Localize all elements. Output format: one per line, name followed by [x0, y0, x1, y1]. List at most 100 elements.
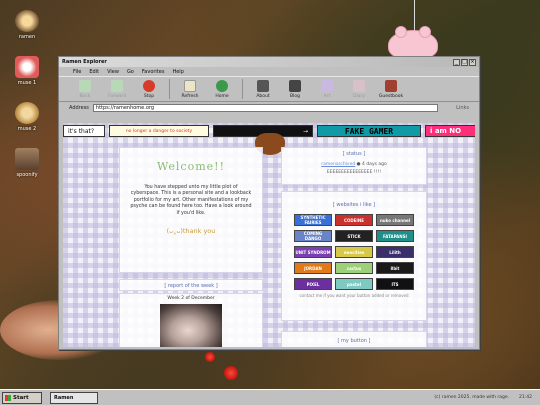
- thanks-text: (ᴗ˳ᴗ)thank you: [166, 227, 216, 236]
- website-button[interactable]: pastel: [335, 278, 373, 290]
- desktop-icon-label: muse 2: [17, 126, 37, 132]
- my-button-panel: [ my button ]: [281, 331, 427, 347]
- website-button[interactable]: UNIT SYNDROM: [294, 246, 332, 258]
- guestbook-label: Guestbook: [378, 93, 404, 99]
- status-heading: [ status ]: [342, 151, 366, 157]
- blog-label: Blog: [290, 93, 300, 99]
- toolbar: Back Forward Stop Refresh Home About Blo…: [59, 76, 479, 102]
- about-button[interactable]: About: [247, 79, 279, 99]
- websites-note: contact me if you want your button added…: [299, 293, 409, 298]
- back-label: Back: [79, 93, 91, 99]
- i-am-banner: i am NO: [425, 125, 475, 137]
- ramen-bowl-icon: [15, 10, 39, 32]
- home-button[interactable]: Home: [206, 79, 238, 99]
- refresh-icon: [184, 79, 196, 92]
- blog-icon: [289, 79, 301, 92]
- start-button[interactable]: Start: [2, 391, 42, 404]
- stop-label: Stop: [143, 93, 155, 99]
- links-button[interactable]: Links: [456, 105, 469, 111]
- minimize-button[interactable]: _: [453, 58, 460, 66]
- report-week: Week 2 of December: [167, 296, 215, 301]
- report-photo: [160, 304, 222, 347]
- blog-button[interactable]: Blog: [279, 79, 311, 99]
- website-button[interactable]: 8bit: [376, 262, 414, 274]
- credit-text: (c) ramen 2025. made with rage.: [434, 395, 510, 400]
- desktop-icon-ramen[interactable]: ramen: [7, 10, 47, 40]
- fake-gamer-banner: FAKE GAMER: [317, 125, 421, 137]
- website-button[interactable]: neocities: [335, 246, 373, 258]
- toolbar-separator: [169, 79, 170, 99]
- website-button[interactable]: PIXEL: [294, 278, 332, 290]
- about-label: About: [256, 93, 270, 99]
- browser-window: Ramen Explorer _ □ × File Edit View Go F…: [58, 56, 480, 350]
- menu-file[interactable]: File: [73, 69, 81, 75]
- menu-edit[interactable]: Edit: [89, 69, 99, 75]
- diary-label: Diary: [353, 93, 365, 99]
- status-message: EEEEEEEEEEEEEEEE !!!!: [326, 170, 382, 175]
- art-label: Art: [323, 93, 331, 99]
- forward-label: Forward: [107, 93, 127, 99]
- website-button[interactable]: FATAPANSI: [376, 230, 414, 242]
- diary-icon: [353, 79, 365, 92]
- desktop-icon-spoonify[interactable]: spoonify: [7, 148, 47, 178]
- page-viewport[interactable]: it's that? no longer a danger to society…: [63, 123, 475, 347]
- close-button[interactable]: ×: [469, 58, 476, 66]
- stop-button[interactable]: Stop: [133, 79, 165, 99]
- website-button[interactable]: JORDAN: [294, 262, 332, 274]
- forward-button[interactable]: Forward: [101, 79, 133, 99]
- guestbook-icon: [385, 79, 397, 92]
- toolbar-separator: [242, 79, 243, 99]
- menu-bar: File Edit View Go Favorites Help: [59, 67, 479, 76]
- figure-icon: [15, 148, 39, 170]
- website-button[interactable]: ITS: [376, 278, 414, 290]
- start-label: Start: [13, 394, 29, 401]
- menu-help[interactable]: Help: [172, 69, 183, 75]
- address-input[interactable]: https://ramenhome.org: [92, 104, 439, 112]
- maximize-button[interactable]: □: [461, 58, 468, 66]
- website-buttons-grid: SYNTHETIC FAIRIES CODEINE nuko channel COMI…: [282, 214, 426, 290]
- wallpaper-flower: [224, 366, 238, 380]
- welcome-body: You have stepped unto my little plot of …: [130, 185, 252, 216]
- report-heading: [ report of the week ]: [119, 279, 263, 291]
- website-button[interactable]: cactus: [335, 262, 373, 274]
- about-icon: [257, 79, 269, 92]
- taskbar-item-ramen-explorer[interactable]: Ramen Explorer: [50, 391, 98, 405]
- art-icon: [321, 79, 333, 92]
- websites-heading: [ websites i like ]: [332, 202, 376, 208]
- desktop-icon-label: muse 1: [17, 80, 37, 86]
- menu-favorites[interactable]: Favorites: [142, 69, 165, 75]
- website-button[interactable]: STICK: [335, 230, 373, 242]
- address-bar: Address https://ramenhome.org Links: [59, 102, 479, 114]
- cake-icon: [15, 56, 39, 78]
- website-button[interactable]: CODEINE: [335, 214, 373, 226]
- welcome-panel: Welcome!! You have stepped unto my littl…: [119, 147, 263, 273]
- art-button[interactable]: Art: [311, 79, 343, 99]
- home-icon: [216, 79, 228, 92]
- diary-button[interactable]: Diary: [343, 79, 375, 99]
- report-panel: Week 2 of December: [119, 293, 263, 347]
- home-label: Home: [215, 93, 229, 99]
- forward-arrow-icon: [111, 79, 123, 92]
- menu-go[interactable]: Go: [127, 69, 134, 75]
- website-button[interactable]: COMING DANGO: [294, 230, 332, 242]
- clock: 21:42: [519, 395, 532, 400]
- guestbook-button[interactable]: Guestbook: [375, 79, 407, 99]
- status-line: ramenarchived ● 4 days ago: [321, 162, 387, 167]
- refresh-button[interactable]: Refresh: [174, 79, 206, 99]
- websites-panel: [ websites i like ] SYNTHETIC FAIRIES COD…: [281, 191, 427, 321]
- desktop-icon-muse-2[interactable]: muse 2: [7, 102, 47, 132]
- back-button[interactable]: Back: [69, 79, 101, 99]
- title-bar[interactable]: Ramen Explorer _ □ ×: [59, 57, 479, 67]
- website-button[interactable]: nuko channel: [376, 214, 414, 226]
- desktop-icon-muse-1[interactable]: muse 1: [7, 56, 47, 86]
- menu-view[interactable]: View: [107, 69, 119, 75]
- bread-icon: [15, 102, 39, 124]
- whats-that-banner: it's that?: [63, 125, 105, 137]
- address-label: Address: [69, 105, 89, 111]
- website-button[interactable]: SYNTHETIC FAIRIES: [294, 214, 332, 226]
- danger-banner: no longer a danger to society: [109, 125, 209, 137]
- refresh-label: Refresh: [181, 93, 199, 99]
- website-button[interactable]: Lilith: [376, 246, 414, 258]
- desktop-icon-label: spoonify: [16, 172, 38, 178]
- status-user-link[interactable]: ramenarchived: [321, 162, 355, 167]
